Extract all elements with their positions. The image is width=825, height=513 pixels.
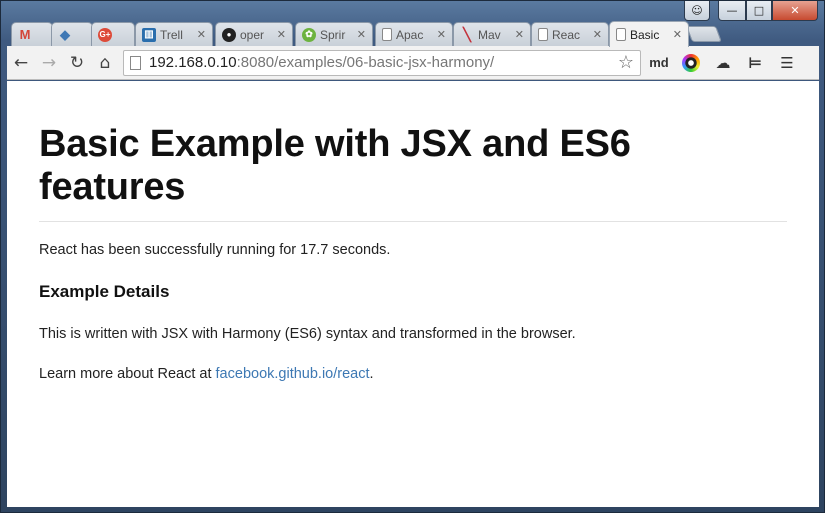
tab-title: Basic [630, 27, 660, 42]
learn-more-suffix: . [369, 366, 374, 382]
minimize-button[interactable]: — [718, 1, 746, 21]
tab-react[interactable]: Reac ✕ [531, 22, 609, 46]
browser-toolbar: ← → ↻ ⌂ 192.168.0.10:8080/examples/06-ba… [7, 46, 819, 80]
running-status-text: React has been successfully running for … [39, 242, 391, 258]
page-icon [616, 28, 626, 41]
tab-google-plus[interactable]: G+ [91, 22, 135, 46]
page-icon [130, 55, 141, 70]
page-icon [538, 28, 548, 41]
markdown-extension-button[interactable]: md [643, 49, 675, 77]
close-window-button[interactable]: ✕ [772, 1, 818, 21]
gmail-icon: M [19, 27, 31, 42]
close-tab-icon[interactable]: ✕ [357, 28, 366, 41]
tab-gmail[interactable]: M [11, 22, 53, 46]
google-plus-icon: G+ [98, 27, 112, 42]
browser-window: ☺ — □ ✕ M ◆ G+ ▥ Trell ✕ ● oper ✕ ✿ Spri… [0, 0, 825, 513]
close-tab-icon[interactable]: ✕ [277, 28, 286, 41]
close-tab-icon[interactable]: ✕ [593, 28, 602, 41]
tab-title: Sprir [320, 27, 346, 42]
cloud-extension-icon[interactable]: ☁ [707, 49, 739, 77]
trello-icon: ▥ [142, 27, 156, 42]
tab-strip: M ◆ G+ ▥ Trell ✕ ● oper ✕ ✿ Sprir ✕ Apac… [11, 20, 731, 47]
page-icon [382, 28, 392, 41]
new-tab-button[interactable] [686, 26, 722, 42]
user-profile-button[interactable]: ☺ [684, 1, 710, 21]
learn-more-text: Learn more about React at facebook.githu… [39, 366, 787, 382]
close-tab-icon[interactable]: ✕ [515, 28, 524, 41]
tab-title: Trell [160, 27, 183, 42]
spring-icon: ✿ [302, 27, 316, 42]
maximize-button[interactable]: □ [746, 1, 772, 21]
home-icon[interactable]: ⌂ [91, 49, 119, 77]
color-wheel-extension-icon[interactable] [675, 49, 707, 77]
url-host: 192.168.0.10 [149, 54, 237, 71]
address-bar[interactable]: 192.168.0.10:8080/examples/06-basic-jsx-… [123, 49, 641, 76]
close-tab-icon[interactable]: ✕ [673, 28, 682, 41]
github-icon: ● [222, 27, 236, 42]
page-title: Basic Example with JSX and ES6 features [39, 123, 787, 222]
window-caption-buttons: ☺ — □ ✕ [684, 1, 818, 21]
forward-arrow-icon[interactable]: → [35, 49, 63, 77]
tab-title: Apac [396, 27, 424, 42]
tab-diamond[interactable]: ◆ [51, 22, 93, 46]
close-tab-icon[interactable]: ✕ [197, 28, 206, 41]
tab-title: Reac [552, 27, 581, 42]
tab-basic-active[interactable]: Basic ✕ [609, 21, 689, 47]
tab-spring[interactable]: ✿ Sprir ✕ [295, 22, 373, 46]
tab-title: Mav [478, 27, 501, 42]
trellis-extension-icon[interactable]: ⊨ [739, 49, 771, 77]
tab-apache[interactable]: Apac ✕ [375, 22, 453, 46]
example-details-heading: Example Details [39, 282, 170, 301]
bookmark-star-icon[interactable]: ☆ [618, 52, 634, 73]
tab-title: oper [240, 27, 265, 42]
diamond-icon: ◆ [60, 26, 70, 42]
url-path: :8080/examples/06-basic-jsx-harmony/ [236, 54, 495, 71]
tab-trello[interactable]: ▥ Trell ✕ [135, 22, 213, 46]
react-docs-link[interactable]: facebook.github.io/react [216, 366, 370, 382]
menu-icon[interactable]: ☰ [771, 49, 803, 77]
page-content: Basic Example with JSX and ES6 features … [7, 81, 819, 507]
description-text: This is written with JSX with Harmony (E… [39, 326, 576, 342]
tab-github[interactable]: ● oper ✕ [215, 22, 293, 46]
maven-icon: ╲ [463, 26, 471, 42]
reload-icon[interactable]: ↻ [63, 49, 91, 77]
close-tab-icon[interactable]: ✕ [437, 28, 446, 41]
learn-more-prefix: Learn more about React at [39, 366, 216, 382]
tab-maven[interactable]: ╲ Mav ✕ [453, 22, 531, 46]
back-arrow-icon[interactable]: ← [7, 49, 35, 77]
